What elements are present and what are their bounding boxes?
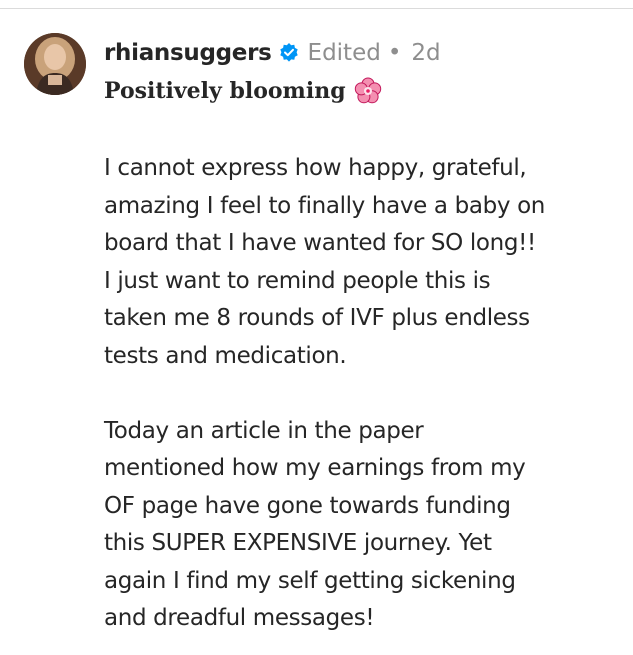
verified-badge-icon: [278, 42, 300, 64]
caption-line: board that I have wanted for SO long!!: [104, 230, 536, 256]
username-link[interactable]: rhiansuggers: [104, 40, 272, 66]
caption-line: taken me 8 rounds of IVF plus endless: [104, 305, 530, 331]
cherry-blossom-icon: [354, 77, 382, 105]
caption-line: amazing I feel to finally have a baby on: [104, 192, 546, 219]
caption-paragraph-gap: [104, 375, 614, 413]
caption-line: again I find my self getting sickening: [104, 567, 516, 594]
caption-line: OF page have gone towards funding: [104, 492, 511, 519]
caption-line: this SUPER EXPENSIVE journey. Yet: [104, 530, 492, 556]
caption-line: I cannot express how happy, grateful,: [104, 155, 527, 181]
edited-label: Edited: [307, 40, 381, 66]
avatar-photo-icon: [24, 33, 86, 95]
post-timestamp[interactable]: 2d: [411, 40, 440, 66]
caption-line: mentioned how my earnings from my: [104, 455, 526, 481]
separator-dot: •: [387, 40, 402, 66]
caption-line: Today an article in the paper: [104, 417, 424, 444]
avatar[interactable]: [24, 33, 86, 95]
caption-line: and dreadful messages!: [104, 605, 375, 631]
post-header: rhiansuggers Edited • 2d: [104, 35, 441, 71]
caption-line: I just want to remind people this is: [104, 267, 491, 294]
caption-title-row: Positively blooming: [104, 74, 382, 108]
caption-line: tests and medication.: [104, 342, 347, 369]
caption-body: I cannot express how happy, grateful, am…: [104, 150, 614, 638]
caption-title: Positively blooming: [104, 78, 346, 104]
top-divider: [0, 8, 633, 9]
